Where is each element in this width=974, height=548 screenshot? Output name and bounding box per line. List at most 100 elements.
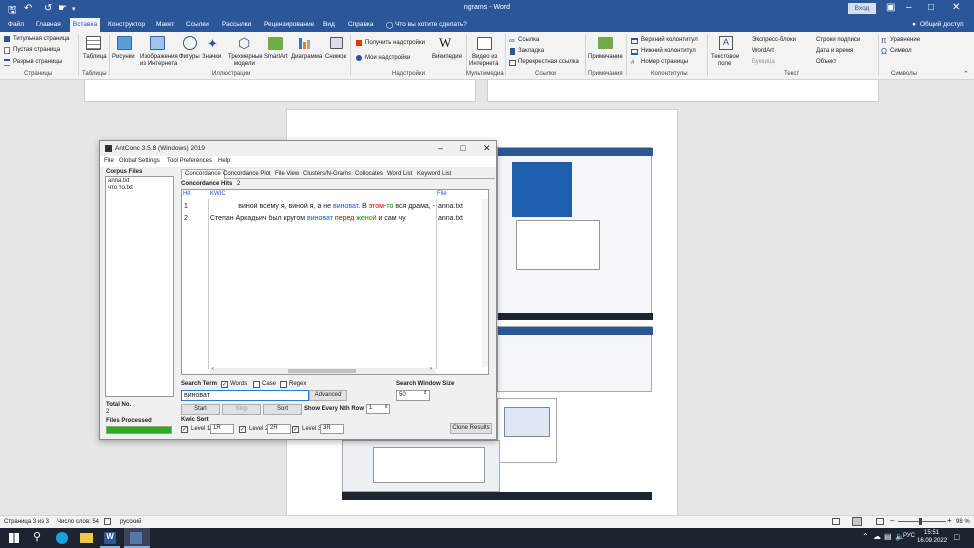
- link-button[interactable]: Ссылка: [518, 37, 539, 43]
- screenshot-button[interactable]: Снимок: [325, 54, 346, 60]
- menu-file[interactable]: File: [104, 158, 114, 164]
- clock-date[interactable]: 16.09.2022: [917, 538, 947, 544]
- print-layout-icon[interactable]: [852, 517, 862, 526]
- cover-page-button[interactable]: Титульная страница: [13, 36, 70, 42]
- tab-concordance[interactable]: Concordance: [181, 169, 225, 179]
- icons-button[interactable]: Значки: [202, 54, 221, 60]
- zoom-level[interactable]: 98 %: [956, 519, 970, 525]
- hit-file[interactable]: anna.txt: [438, 215, 463, 222]
- page-break-button[interactable]: Разрыв страницы: [13, 59, 62, 65]
- notifications-icon[interactable]: □: [954, 532, 959, 542]
- ribbon-display-icon[interactable]: ▣: [886, 2, 895, 13]
- footer-button[interactable]: Нижний колонтитул: [641, 48, 696, 54]
- zoom-out-icon[interactable]: –: [890, 516, 894, 525]
- table-button[interactable]: Таблица: [83, 54, 107, 60]
- hit-number[interactable]: 1: [184, 203, 188, 210]
- column-hit[interactable]: Hit: [183, 191, 190, 197]
- tab-collocates[interactable]: Collocates: [355, 171, 383, 177]
- clock-time[interactable]: 15:51: [924, 530, 939, 536]
- antconc-maximize-icon[interactable]: □: [460, 143, 465, 153]
- tab-file[interactable]: Файл: [8, 21, 24, 28]
- chart-button[interactable]: Диаграмма: [291, 54, 322, 60]
- smartart-button[interactable]: SmartArt: [264, 54, 288, 60]
- maximize-icon[interactable]: □: [928, 2, 934, 13]
- comment-button[interactable]: Примечание: [588, 54, 623, 60]
- tab-concordance-plot[interactable]: Concordance Plot: [223, 171, 271, 177]
- case-checkbox[interactable]: [253, 381, 260, 388]
- bookmark-button[interactable]: Закладка: [518, 48, 544, 54]
- search-icon[interactable]: ⚲: [33, 530, 41, 543]
- tab-help[interactable]: Справка: [348, 21, 374, 28]
- menu-global-settings[interactable]: Global Settings: [119, 158, 160, 164]
- tab-layout[interactable]: Макет: [156, 21, 174, 28]
- web-layout-icon[interactable]: [876, 518, 884, 525]
- page-number-button[interactable]: Номер страницы: [641, 59, 688, 65]
- shapes-button[interactable]: Фигуры: [179, 54, 200, 60]
- wordart-button[interactable]: WordArt: [752, 48, 774, 54]
- column-kwic[interactable]: KWIC: [210, 191, 226, 197]
- horizontal-scrollbar[interactable]: ‹ ›: [210, 366, 436, 374]
- tab-design[interactable]: Конструктор: [108, 21, 145, 28]
- antconc-minimize-icon[interactable]: –: [438, 143, 443, 153]
- online-pictures-button-line2[interactable]: из Интернета: [140, 61, 177, 67]
- antconc-close-icon[interactable]: ✕: [483, 143, 491, 154]
- get-addins-button[interactable]: Получить надстройки: [365, 40, 425, 46]
- scrollbar-thumb[interactable]: [288, 369, 356, 373]
- blank-page-button[interactable]: Пустая страница: [13, 47, 60, 53]
- tab-home[interactable]: Главная: [36, 21, 61, 28]
- drop-cap-button[interactable]: Буквица: [752, 59, 775, 65]
- tab-mailings[interactable]: Рассылки: [222, 21, 251, 28]
- text-box-button-line2[interactable]: поле: [718, 61, 731, 67]
- corpus-file-item[interactable]: anna.txt: [106, 177, 173, 185]
- zoom-slider[interactable]: [898, 521, 946, 522]
- wikipedia-button[interactable]: Википедия: [432, 54, 462, 60]
- level1-checkbox[interactable]: ✓: [181, 426, 188, 433]
- tab-word-list[interactable]: Word List: [387, 171, 412, 177]
- word-count[interactable]: Число слов: 54: [57, 519, 99, 525]
- stop-button[interactable]: Stop: [222, 404, 261, 415]
- level1-select[interactable]: 1R: [210, 424, 234, 434]
- start-button[interactable]: Start: [181, 404, 220, 415]
- minimize-icon[interactable]: –: [906, 2, 912, 13]
- online-video-button-line2[interactable]: Интернета: [469, 61, 498, 67]
- my-addins-button[interactable]: Мои надстройки: [365, 55, 410, 61]
- symbol-button[interactable]: Символ: [890, 48, 912, 54]
- search-input[interactable]: виноват: [181, 390, 309, 401]
- edge-icon[interactable]: [56, 532, 68, 544]
- proofing-icon[interactable]: [104, 518, 111, 525]
- online-pictures-button[interactable]: Изображения: [140, 54, 178, 60]
- online-video-button[interactable]: Видео из: [472, 54, 497, 60]
- menu-tool-preferences[interactable]: Tool Preferences: [167, 158, 212, 164]
- words-checkbox[interactable]: ✓: [221, 381, 228, 388]
- tab-insert[interactable]: Вставка: [70, 18, 100, 32]
- sign-in-button[interactable]: Вход: [848, 3, 876, 14]
- scroll-left-icon[interactable]: ‹: [212, 366, 214, 372]
- corpus-files-list[interactable]: anna.txt что то.txt: [105, 176, 174, 397]
- level3-select[interactable]: 3R: [320, 424, 344, 434]
- input-language[interactable]: РУС: [903, 533, 915, 539]
- zoom-slider-thumb[interactable]: [919, 518, 922, 525]
- share-button[interactable]: Общий доступ: [920, 21, 964, 28]
- cloud-icon[interactable]: ☁: [873, 532, 881, 541]
- table-row[interactable]: Степан Аркадьич был кругом виноват перед…: [210, 215, 435, 222]
- tab-keyword-list[interactable]: Keyword List: [417, 171, 451, 177]
- nth-row-spinner-icon[interactable]: ⇕: [384, 404, 388, 410]
- level3-checkbox[interactable]: ✓: [292, 426, 299, 433]
- regex-checkbox[interactable]: [280, 381, 287, 388]
- read-mode-icon[interactable]: [832, 518, 840, 525]
- tell-me-input[interactable]: Что вы хотите сделать?: [395, 21, 467, 28]
- level2-select[interactable]: 2R: [267, 424, 291, 434]
- equation-button[interactable]: Уравнение: [890, 37, 920, 43]
- advanced-button[interactable]: Advanced: [309, 390, 347, 401]
- 3d-models-button-line2[interactable]: модели: [234, 61, 255, 67]
- tab-references[interactable]: Ссылки: [186, 21, 209, 28]
- file-explorer-icon[interactable]: [80, 533, 93, 543]
- pictures-button[interactable]: Рисунки: [112, 54, 135, 60]
- clone-results-button[interactable]: Clone Results: [450, 423, 492, 434]
- language[interactable]: русский: [120, 519, 142, 525]
- text-box-button[interactable]: Текстовое: [711, 54, 739, 60]
- antconc-window[interactable]: AntConc 3.5.8 (Windows) 2019 – □ ✕ File …: [99, 140, 497, 440]
- tab-clusters-ngrams[interactable]: Clusters/N-Grams: [303, 171, 351, 177]
- quick-parts-button[interactable]: Экспресс-блоки: [752, 37, 796, 43]
- object-button[interactable]: Объект: [816, 59, 836, 65]
